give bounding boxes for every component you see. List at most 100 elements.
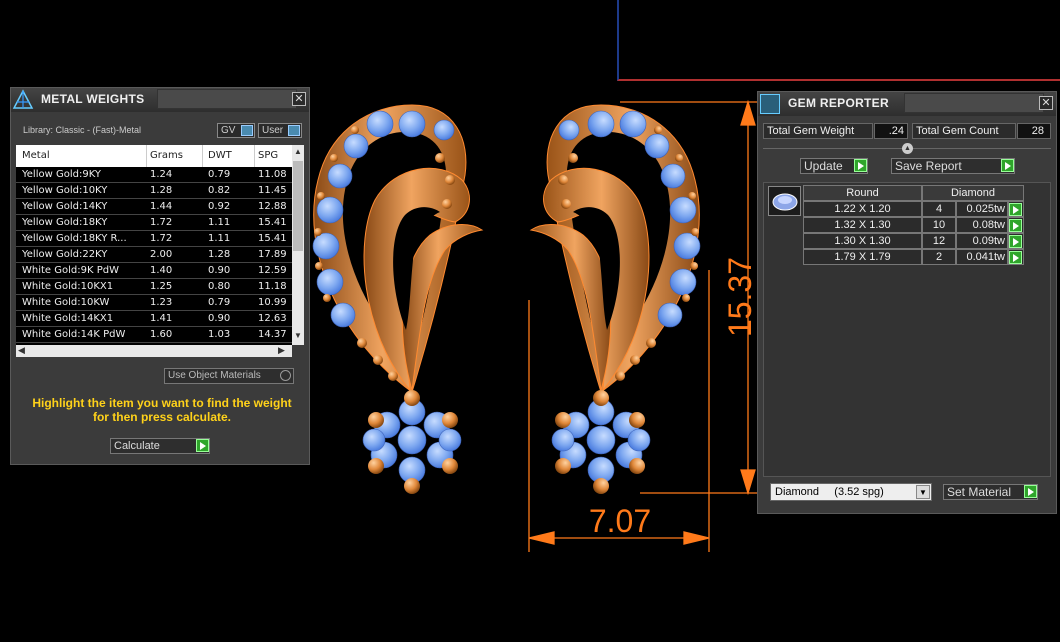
total-gem-weight-label: Total Gem Weight: [763, 123, 873, 139]
col-grams[interactable]: Grams: [150, 145, 203, 167]
earrings-viewport[interactable]: [300, 95, 760, 565]
user-toggle-label: User: [262, 125, 284, 136]
use-object-materials-checkbox[interactable]: Use Object Materials: [164, 368, 294, 384]
gem-count-cell: 2: [922, 249, 956, 265]
spg-cell: 11.08: [258, 169, 287, 180]
horizontal-scrollbar[interactable]: ◀ ▶: [16, 345, 292, 357]
table-row[interactable]: White Gold:10KW 1.23 0.79 10.99: [16, 295, 292, 311]
grams-cell: 1.41: [150, 313, 173, 324]
user-toggle[interactable]: User: [258, 123, 302, 138]
metal-weights-app-icon: [11, 88, 35, 112]
gem-shape-thumbnail[interactable]: [768, 186, 801, 216]
table-row[interactable]: Yellow Gold:22KY 2.00 1.28 17.89: [16, 247, 292, 263]
grams-cell: 1.72: [150, 217, 173, 228]
gem-weight-cell: 0.08tw: [956, 217, 1008, 233]
dwt-cell: 1.28: [208, 249, 231, 260]
spg-cell: 14.37: [258, 329, 287, 340]
table-row[interactable]: White Gold:10KX1 1.25 0.80 11.18: [16, 279, 292, 295]
gem-size-cell: 1.32 X 1.30: [803, 217, 922, 233]
metal-name-cell: Yellow Gold:14KY: [22, 201, 108, 212]
gv-toggle[interactable]: GV: [217, 123, 255, 138]
spg-cell: 11.18: [258, 281, 287, 292]
gem-weight-cell: 0.025tw: [956, 201, 1008, 217]
gem-reporter-titlebar[interactable]: GEM REPORTER ✕: [758, 92, 1056, 116]
hint-text: Highlight the item you want to find the …: [32, 396, 292, 424]
dwt-cell: 1.03: [208, 329, 231, 340]
metal-weights-titlebar[interactable]: METAL WEIGHTS ✕: [11, 88, 309, 112]
total-gem-weight-text: Total Gem Weight: [767, 125, 855, 137]
calculate-button[interactable]: Calculate: [110, 438, 210, 454]
scroll-left-icon[interactable]: ◀: [18, 345, 25, 356]
collapse-icon[interactable]: ▲: [902, 143, 913, 154]
set-material-button[interactable]: Set Material: [943, 484, 1038, 500]
play-icon: [854, 159, 867, 172]
gem-row-select-button[interactable]: [1008, 217, 1024, 233]
metal-weights-panel: METAL WEIGHTS ✕ Library: Classic - (Fast…: [10, 87, 310, 465]
metal-table-header: Metal Grams DWT SPG: [16, 145, 292, 167]
dwt-cell: 0.92: [208, 201, 231, 212]
metal-table: Metal Grams DWT SPG Yellow Gold:9KY 1.24 0…: [16, 145, 304, 357]
scroll-down-icon[interactable]: ▼: [294, 331, 302, 340]
table-row[interactable]: Yellow Gold:14KY 1.44 0.92 12.88: [16, 199, 292, 215]
library-label: Library: Classic - (Fast)-Metal: [23, 125, 142, 135]
save-report-button[interactable]: Save Report: [891, 158, 1015, 174]
total-gem-count-value: 28: [1017, 123, 1051, 139]
play-icon: [196, 439, 209, 452]
col-spg[interactable]: SPG: [258, 145, 292, 167]
gem-row-select-button[interactable]: [1008, 249, 1024, 265]
table-row[interactable]: Yellow Gold:9KY 1.24 0.79 11.08: [16, 167, 292, 183]
table-row[interactable]: Yellow Gold:18KY R... 1.72 1.11 15.41: [16, 231, 292, 247]
gem-reporter-panel: GEM REPORTER ✕ Total Gem Weight .24 Tota…: [757, 91, 1057, 514]
table-row[interactable]: White Gold:14K PdW 1.60 1.03 14.37: [16, 327, 292, 343]
gem-size-cell: 1.30 X 1.30: [803, 233, 922, 249]
table-row[interactable]: White Gold:9K PdW 1.40 0.90 12.59: [16, 263, 292, 279]
gem-row-select-button[interactable]: [1008, 233, 1024, 249]
metal-weights-title-grip: [157, 89, 297, 109]
metal-name-cell: White Gold:10KW: [22, 297, 110, 308]
height-dimension-label: 15.37: [722, 256, 758, 338]
scroll-right-icon[interactable]: ▶: [278, 345, 285, 356]
metal-name-cell: Yellow Gold:18KY R...: [22, 233, 127, 244]
scroll-up-icon[interactable]: ▲: [294, 147, 302, 156]
play-icon: [1009, 235, 1022, 248]
gem-size-cell: 1.79 X 1.79: [803, 249, 922, 265]
save-report-label: Save Report: [895, 159, 962, 173]
play-icon: [1024, 485, 1037, 498]
spg-cell: 12.88: [258, 201, 287, 212]
total-gem-count-label: Total Gem Count: [912, 123, 1016, 139]
spg-cell: 15.41: [258, 217, 287, 228]
metal-name-cell: Yellow Gold:18KY: [22, 217, 108, 228]
gem-row-select-button[interactable]: [1008, 201, 1024, 217]
grams-cell: 1.44: [150, 201, 173, 212]
table-row[interactable]: Yellow Gold:10KY 1.28 0.82 11.45: [16, 183, 292, 199]
vertical-scrollbar[interactable]: ▲ ▼: [292, 145, 304, 345]
left-earring: [312, 104, 484, 494]
col-metal[interactable]: Metal: [22, 145, 147, 167]
table-row[interactable]: White Gold:14KX1 1.41 0.90 12.63: [16, 311, 292, 327]
close-icon[interactable]: ✕: [1039, 96, 1053, 110]
round-gem-icon: [772, 193, 798, 211]
gem-count-cell: 10: [922, 217, 956, 233]
update-button[interactable]: Update: [800, 158, 868, 174]
set-material-label: Set Material: [947, 485, 1012, 499]
scroll-thumb[interactable]: [293, 161, 303, 251]
play-icon: [1009, 203, 1022, 216]
dwt-cell: 0.90: [208, 313, 231, 324]
grams-cell: 1.25: [150, 281, 173, 292]
metal-name-cell: White Gold:9K PdW: [22, 265, 119, 276]
gem-reporter-title: GEM REPORTER: [788, 96, 889, 110]
spg-cell: 12.63: [258, 313, 287, 324]
close-icon[interactable]: ✕: [292, 92, 306, 106]
grams-cell: 1.60: [150, 329, 173, 340]
table-row[interactable]: Yellow Gold:18KY 1.72 1.11 15.41: [16, 215, 292, 231]
dwt-cell: 0.79: [208, 297, 231, 308]
metal-name-cell: White Gold:14K PdW: [22, 329, 126, 340]
dwt-cell: 0.80: [208, 281, 231, 292]
grams-cell: 1.24: [150, 169, 173, 180]
gem-size-cell: 1.22 X 1.20: [803, 201, 922, 217]
material-select[interactable]: Diamond (3.52 spg) ▼: [770, 483, 932, 501]
metal-name-cell: Yellow Gold:9KY: [22, 169, 101, 180]
gem-reporter-app-icon: [760, 94, 780, 114]
col-dwt[interactable]: DWT: [208, 145, 255, 167]
spg-cell: 15.41: [258, 233, 287, 244]
